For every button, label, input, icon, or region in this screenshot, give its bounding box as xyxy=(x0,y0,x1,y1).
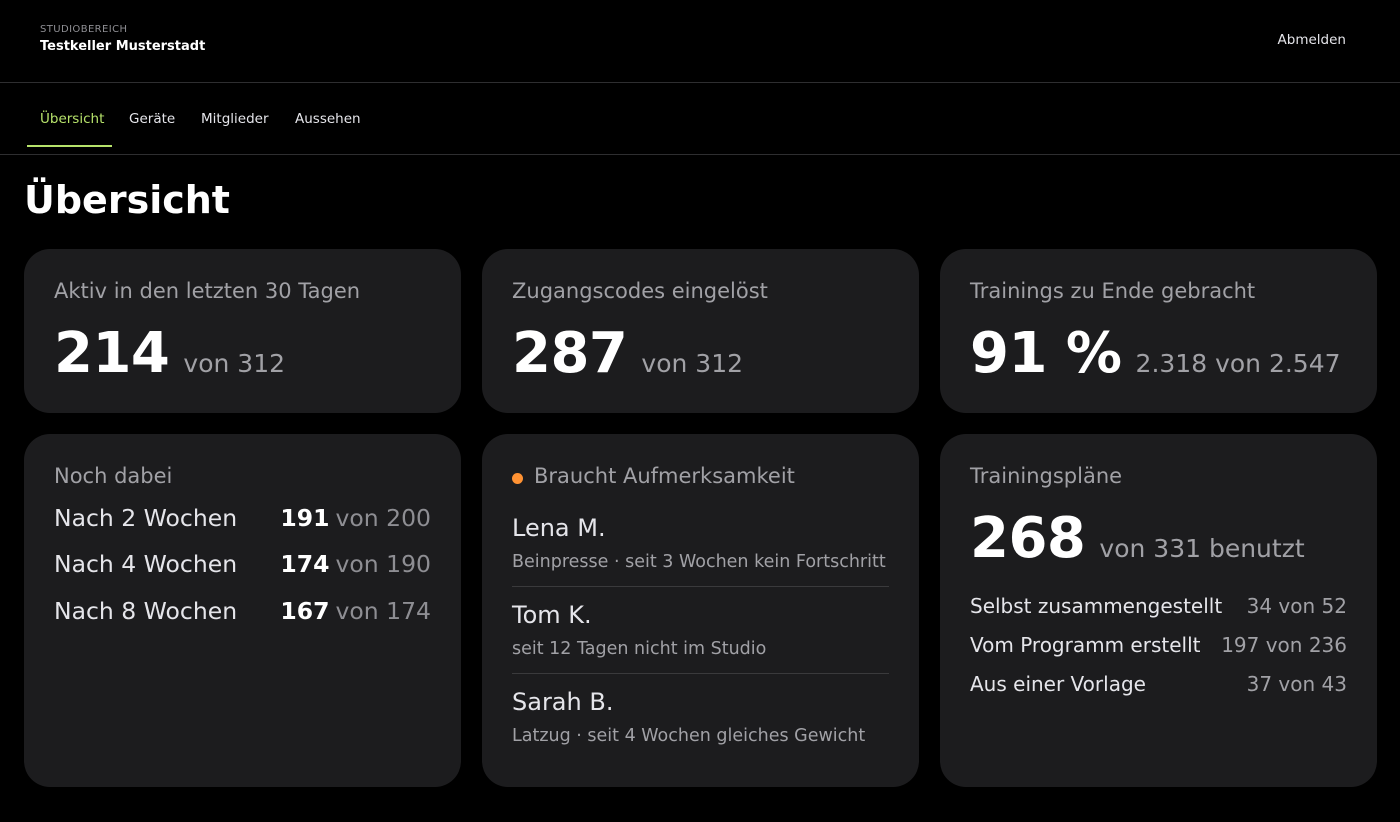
divider xyxy=(512,673,889,674)
stat-row: 287 von 312 xyxy=(512,321,743,386)
stat-value: 91 % xyxy=(970,321,1122,386)
card-label: Braucht Aufmerksamkeit xyxy=(534,464,795,488)
tab-aussehen[interactable]: Aussehen xyxy=(295,84,361,147)
tab-uebersicht[interactable]: Übersicht xyxy=(40,84,104,147)
card-label: Noch dabei xyxy=(54,464,173,488)
logout-link[interactable]: Abmelden xyxy=(1278,32,1346,48)
card-label: Trainings zu Ende gebracht xyxy=(970,279,1256,303)
attention-item[interactable]: Tom K. seit 12 Tagen nicht im Studio xyxy=(512,601,889,659)
nav-tabs: Übersicht Geräte Mitglieder Aussehen xyxy=(0,84,1400,155)
retention-label: Nach 4 Wochen xyxy=(54,550,238,578)
retention-value: 191 von 200 xyxy=(280,504,431,532)
plan-row: Selbst zusammengestellt 34 von 52 xyxy=(970,594,1347,618)
stat-value: 214 xyxy=(54,321,170,386)
card-needs-attention: Braucht Aufmerksamkeit Lena M. Beinpress… xyxy=(482,434,919,787)
card-retention: Noch dabei Nach 2 Wochen 191 von 200 Nach… xyxy=(24,434,461,787)
stat-row: 91 % 2.318 von 2.547 xyxy=(970,321,1341,386)
card-label: Zugangscodes eingelöst xyxy=(512,279,768,303)
retention-label: Nach 8 Wochen xyxy=(54,597,238,625)
card-trainings-completed: Trainings zu Ende gebracht 91 % 2.318 vo… xyxy=(940,249,1377,413)
member-note: Latzug · seit 4 Wochen gleiches Gewicht xyxy=(512,726,866,746)
member-note: seit 12 Tagen nicht im Studio xyxy=(512,639,767,659)
retention-value: 167 von 174 xyxy=(280,597,431,625)
card-label: Aktiv in den letzten 30 Tagen xyxy=(54,279,361,303)
plan-label: Aus einer Vorlage xyxy=(970,672,1146,696)
retention-count: 174 xyxy=(280,550,330,578)
member-note: Beinpresse · seit 3 Wochen kein Fortschr… xyxy=(512,552,886,572)
retention-count: 191 xyxy=(280,504,330,532)
retention-count: 167 xyxy=(280,597,330,625)
retention-label: Nach 2 Wochen xyxy=(54,504,238,532)
stat-value: 268 xyxy=(970,506,1086,571)
studio-kicker: STUDIOBEREICH xyxy=(40,24,128,35)
stat-total: 2.318 von 2.547 xyxy=(1135,349,1341,378)
stat-value: 287 xyxy=(512,321,628,386)
member-name: Sarah B. xyxy=(512,688,614,716)
card-training-plans: Trainingspläne 268 von 331 benutzt Selbs… xyxy=(940,434,1377,787)
retention-row: Nach 2 Wochen 191 von 200 xyxy=(54,504,431,540)
plan-row: Vom Programm erstellt 197 von 236 xyxy=(970,633,1347,657)
attention-item[interactable]: Sarah B. Latzug · seit 4 Wochen gleiches… xyxy=(512,688,889,746)
member-name: Tom K. xyxy=(512,601,592,629)
stat-row: 214 von 312 xyxy=(54,321,285,386)
card-access-codes: Zugangscodes eingelöst 287 von 312 xyxy=(482,249,919,413)
active-tab-indicator xyxy=(27,145,112,147)
stat-total: von 312 xyxy=(183,349,286,378)
stat-row: 268 von 331 benutzt xyxy=(970,506,1305,571)
plan-label: Selbst zusammengestellt xyxy=(970,594,1223,618)
attention-status-dot xyxy=(512,473,523,484)
stat-total: von 312 xyxy=(641,349,744,378)
plan-value: 37 von 43 xyxy=(1246,672,1347,696)
tab-mitglieder[interactable]: Mitglieder xyxy=(201,84,269,147)
retention-total: von 200 xyxy=(335,504,431,532)
plan-value: 197 von 236 xyxy=(1221,633,1347,657)
retention-value: 174 von 190 xyxy=(280,550,431,578)
retention-total: von 174 xyxy=(335,597,431,625)
retention-row: Nach 8 Wochen 167 von 174 xyxy=(54,597,431,633)
card-label: Trainingspläne xyxy=(970,464,1123,488)
plan-value: 34 von 52 xyxy=(1246,594,1347,618)
page-title: Übersicht xyxy=(24,178,230,222)
card-active-members: Aktiv in den letzten 30 Tagen 214 von 31… xyxy=(24,249,461,413)
plan-row: Aus einer Vorlage 37 von 43 xyxy=(970,672,1347,696)
studio-name: Testkeller Musterstadt xyxy=(40,39,206,54)
retention-row: Nach 4 Wochen 174 von 190 xyxy=(54,550,431,586)
stat-total: von 331 benutzt xyxy=(1099,534,1305,563)
tab-geraete[interactable]: Geräte xyxy=(129,84,175,147)
top-bar: STUDIOBEREICH Testkeller Musterstadt Abm… xyxy=(0,0,1400,83)
member-name: Lena M. xyxy=(512,514,606,542)
retention-total: von 190 xyxy=(335,550,431,578)
divider xyxy=(512,586,889,587)
attention-item[interactable]: Lena M. Beinpresse · seit 3 Wochen kein … xyxy=(512,514,889,572)
plan-label: Vom Programm erstellt xyxy=(970,633,1201,657)
